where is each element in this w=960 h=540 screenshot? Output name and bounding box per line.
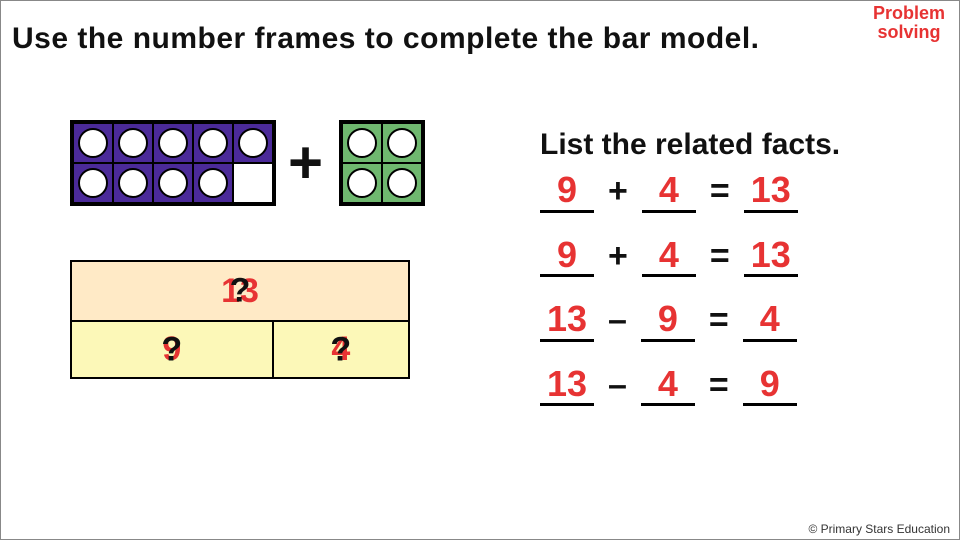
counter-dot	[193, 123, 233, 163]
fact-line: 13 – 9 = 4	[540, 299, 798, 342]
fact-line: 9 + 4 = 13	[540, 170, 798, 213]
counter-dot	[382, 163, 422, 203]
copyright: © Primary Stars Education	[808, 522, 950, 536]
fact-line: 13 – 4 = 9	[540, 364, 798, 407]
fact-line: 9 + 4 = 13	[540, 235, 798, 278]
counter-dot	[73, 123, 113, 163]
counter-dot	[193, 163, 233, 203]
fact-equals: =	[705, 366, 733, 405]
counter-dot	[73, 163, 113, 203]
bar-right-placeholder: ?	[330, 330, 351, 369]
fact-operator: –	[604, 301, 631, 340]
fact-operand: 9	[540, 170, 594, 213]
facts-title: List the related facts.	[540, 128, 840, 162]
fact-result: 13	[744, 170, 798, 213]
fact-operand: 9	[540, 235, 594, 278]
related-facts: 9 + 4 = 13 9 + 4 = 13 13 – 9 = 4 13 – 4 …	[540, 170, 798, 428]
fact-operand: 4	[641, 364, 695, 407]
fact-operand: 9	[641, 299, 695, 342]
fact-operand: 4	[642, 170, 696, 213]
counter-dot	[153, 163, 193, 203]
corner-label: Problem solving	[864, 4, 954, 42]
fact-operator: +	[604, 172, 632, 211]
fact-result: 4	[743, 299, 797, 342]
nine-frame	[70, 120, 276, 206]
four-frame	[339, 120, 425, 206]
bar-model-part-left: 9 ?	[72, 322, 274, 377]
fact-operand: 13	[540, 364, 594, 407]
fact-equals: =	[706, 172, 734, 211]
fact-operator: –	[604, 366, 631, 405]
fact-operator: +	[604, 237, 632, 276]
bar-model-whole: 13 ?	[72, 262, 408, 322]
fact-result: 9	[743, 364, 797, 407]
fact-equals: =	[706, 237, 734, 276]
counter-dot	[153, 123, 193, 163]
fact-equals: =	[705, 301, 733, 340]
fact-operand: 4	[642, 235, 696, 278]
plus-operator: +	[288, 133, 323, 193]
bar-model-part-right: 4 ?	[274, 322, 408, 377]
number-frames: +	[70, 120, 425, 206]
bar-left-placeholder: ?	[161, 330, 182, 369]
counter-dot	[233, 123, 273, 163]
empty-cell	[233, 163, 273, 203]
bar-model: 13 ? 9 ? 4 ?	[70, 260, 410, 379]
counter-dot	[342, 163, 382, 203]
fact-operand: 13	[540, 299, 594, 342]
counter-dot	[113, 123, 153, 163]
page-title: Use the number frames to complete the ba…	[12, 22, 760, 56]
bar-whole-placeholder: ?	[230, 272, 251, 311]
counter-dot	[342, 123, 382, 163]
counter-dot	[382, 123, 422, 163]
fact-result: 13	[744, 235, 798, 278]
counter-dot	[113, 163, 153, 203]
